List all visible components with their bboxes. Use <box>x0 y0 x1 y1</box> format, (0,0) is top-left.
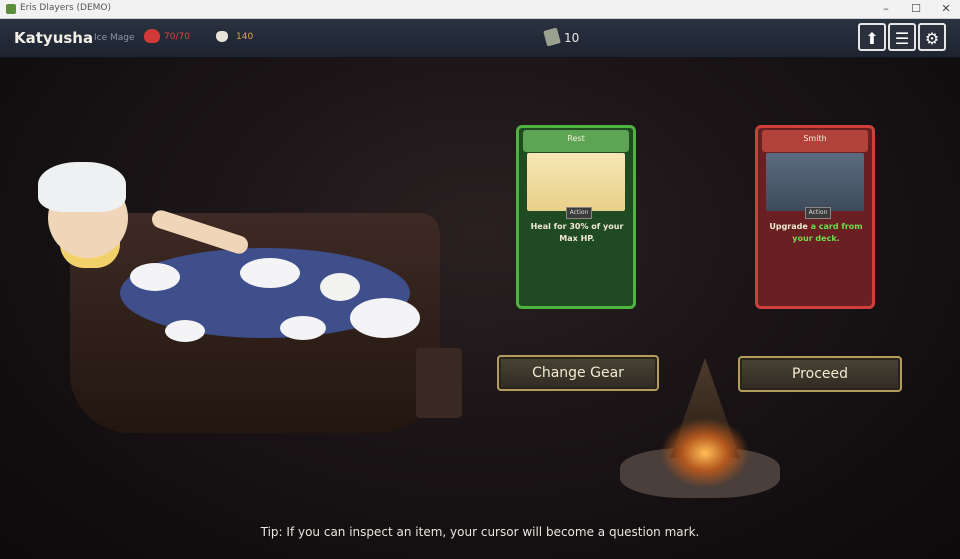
card-banner: Rest <box>523 130 629 152</box>
foam-bubble <box>280 316 326 340</box>
menu-button[interactable]: ☰ <box>888 23 916 51</box>
proceed-button[interactable]: Proceed <box>738 356 902 392</box>
window-title: Eris Dlayers (DEMO) <box>20 3 111 13</box>
tip-text: Tip: If you can inspect an item, your cu… <box>260 525 700 539</box>
rubber-duck-illustration <box>320 273 360 301</box>
smithing-girl-art <box>766 153 864 211</box>
close-button[interactable]: ✕ <box>932 0 960 18</box>
change-gear-button[interactable]: Change Gear <box>497 355 659 391</box>
foam-bubble <box>130 263 180 291</box>
settings-icon: ⚙ <box>924 29 940 48</box>
card-description: Heal for 30% of your Max HP. <box>530 222 624 243</box>
heart-icon <box>144 29 160 43</box>
maximize-button[interactable]: ☐ <box>902 0 930 18</box>
rest-card[interactable]: Rest Action Heal for 30% of your Max HP. <box>516 125 636 309</box>
upload-icon: ⬆ <box>865 29 879 48</box>
smith-card[interactable]: Smith Action Upgrade a card from your de… <box>755 125 875 309</box>
hero-class: Ice Mage <box>94 33 135 43</box>
deck-icon[interactable] <box>543 27 561 47</box>
card-description: Upgrade a card from your deck. <box>768 221 864 245</box>
foam-bubble <box>240 258 300 288</box>
gold-value: 140 <box>236 32 254 42</box>
app-icon <box>6 4 16 14</box>
hp-value: 70/70 <box>164 32 190 42</box>
settings-button[interactable]: ⚙ <box>918 23 946 51</box>
top-hud: Katyusha Ice Mage 70/70 140 10 ⬆ ☰ ⚙ <box>0 19 960 58</box>
gold-pouch-icon <box>216 31 228 42</box>
upload-button[interactable]: ⬆ <box>858 23 886 51</box>
bucket-illustration <box>416 348 462 418</box>
deck-count[interactable]: 10 <box>564 31 579 45</box>
card-description-text: Upgrade <box>769 222 808 231</box>
minimize-button[interactable]: – <box>872 0 900 18</box>
card-type: Action <box>566 207 592 219</box>
campfire-glow <box>660 418 750 488</box>
card-type: Action <box>805 207 831 219</box>
sleeping-girl-art <box>527 153 625 211</box>
head-towel-illustration <box>38 162 126 212</box>
foam-bubble <box>165 320 205 342</box>
menu-icon: ☰ <box>894 29 910 48</box>
rest-site-scene: Rest Action Heal for 30% of your Max HP.… <box>0 58 960 559</box>
card-title: Smith <box>803 134 827 143</box>
window-titlebar: Eris Dlayers (DEMO) – ☐ ✕ <box>0 0 960 19</box>
card-banner: Smith <box>762 130 868 152</box>
foam-bubble <box>350 298 420 338</box>
hero-name: Katyusha <box>14 29 94 47</box>
card-title: Rest <box>567 134 585 143</box>
